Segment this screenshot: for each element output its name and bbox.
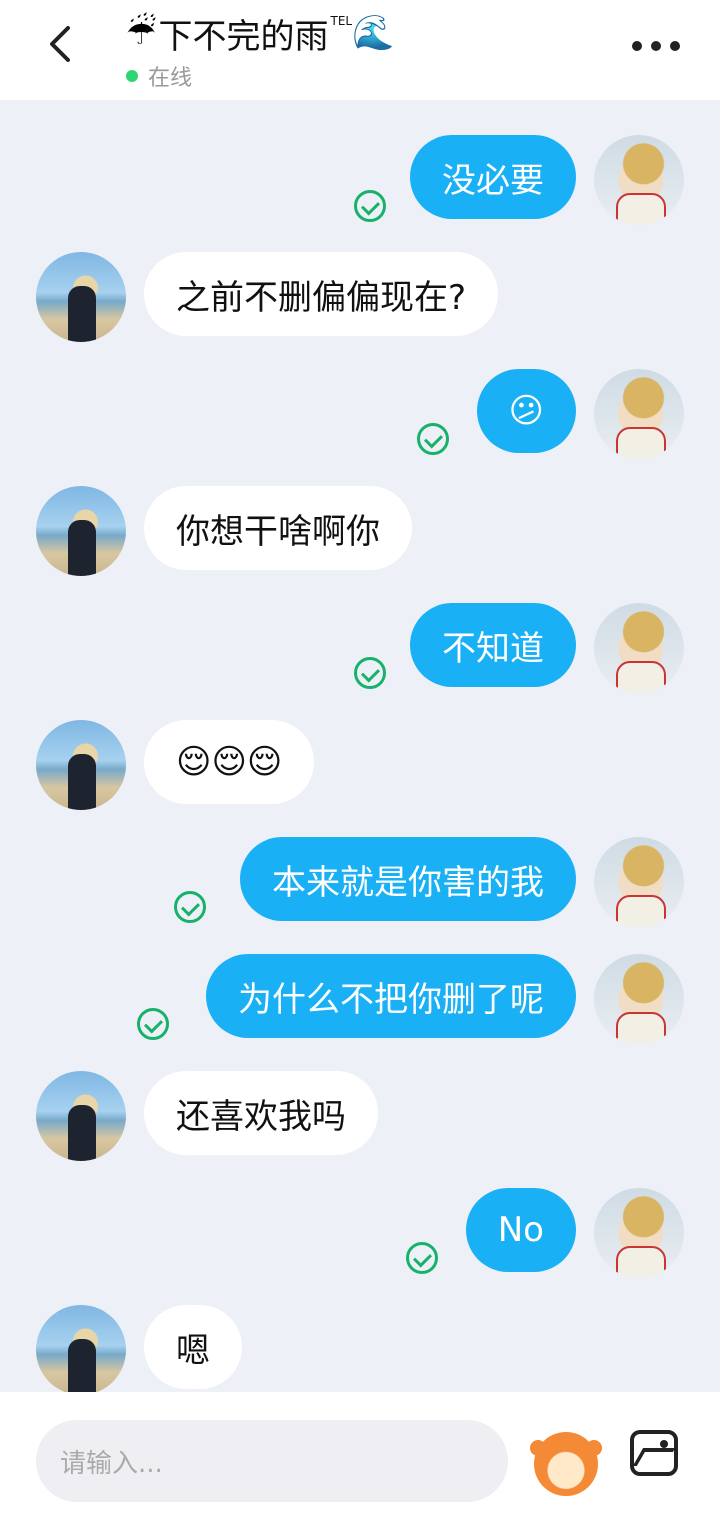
- message-list[interactable]: 没必要 之前不删偏偏现在? 😕 你想干啥啊你 不知道 😌😌😌 本来就是你害的我 …: [0, 100, 720, 1392]
- message-bubble-incoming[interactable]: 还喜欢我吗: [144, 1071, 378, 1155]
- my-avatar[interactable]: [594, 369, 684, 459]
- back-arrow-icon[interactable]: [40, 22, 84, 66]
- my-avatar[interactable]: [594, 954, 684, 1044]
- contact-avatar[interactable]: [36, 720, 126, 810]
- umbrella-emoji: ☔: [126, 13, 157, 53]
- contact-avatar[interactable]: [36, 1305, 126, 1392]
- wave-emoji: 🌊: [352, 13, 395, 53]
- message-bubble-outgoing[interactable]: 没必要: [410, 135, 576, 219]
- online-status: 在线: [126, 60, 192, 92]
- input-bar: 请输入...: [0, 1392, 720, 1528]
- chat-header: ☔ 下不完的雨 TEL 🌊 在线: [0, 0, 720, 100]
- message-bubble-outgoing[interactable]: 为什么不把你删了呢: [206, 954, 576, 1038]
- message-bubble-outgoing[interactable]: 😕: [476, 369, 576, 453]
- contact-avatar[interactable]: [36, 252, 126, 342]
- more-options-icon[interactable]: [632, 38, 680, 54]
- message-bubble-incoming[interactable]: 嗯: [144, 1305, 242, 1389]
- message-bubble-incoming[interactable]: 你想干啥啊你: [144, 486, 412, 570]
- read-check-icon: [417, 423, 449, 455]
- contact-avatar[interactable]: [36, 486, 126, 576]
- image-picker-icon[interactable]: [630, 1430, 678, 1476]
- contact-avatar[interactable]: [36, 1071, 126, 1161]
- contact-name: 下不完的雨: [158, 16, 329, 57]
- read-check-icon: [354, 190, 386, 222]
- contact-title[interactable]: ☔ 下不完的雨 TEL 🌊: [126, 8, 394, 58]
- message-bubble-outgoing[interactable]: 本来就是你害的我: [240, 837, 576, 921]
- sticker-mascot-icon[interactable]: [530, 1432, 602, 1496]
- my-avatar[interactable]: [594, 837, 684, 927]
- message-bubble-incoming[interactable]: 😌😌😌: [144, 720, 315, 804]
- read-check-icon: [406, 1242, 438, 1274]
- message-bubble-outgoing[interactable]: 不知道: [410, 603, 576, 687]
- my-avatar[interactable]: [594, 1188, 684, 1278]
- tel-superscript: TEL: [330, 14, 353, 28]
- read-check-icon: [137, 1008, 169, 1040]
- my-avatar[interactable]: [594, 135, 684, 225]
- read-check-icon: [174, 891, 206, 923]
- message-bubble-incoming[interactable]: 之前不删偏偏现在?: [144, 252, 499, 336]
- online-dot-icon: [126, 70, 138, 82]
- status-text: 在线: [148, 66, 193, 91]
- read-check-icon: [354, 657, 386, 689]
- message-bubble-outgoing[interactable]: No: [465, 1188, 576, 1272]
- message-input[interactable]: 请输入...: [36, 1420, 508, 1502]
- my-avatar[interactable]: [594, 603, 684, 693]
